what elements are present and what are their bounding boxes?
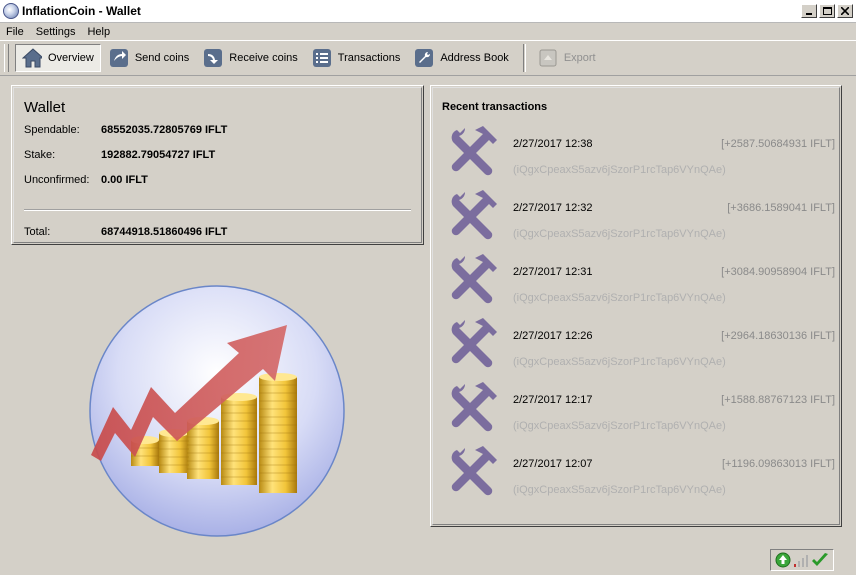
- overview-tab[interactable]: Overview: [15, 44, 101, 72]
- send-coins-label: Send coins: [134, 52, 190, 64]
- close-icon: [841, 7, 849, 15]
- checkmark-icon[interactable]: [811, 552, 829, 568]
- transaction-date: 2/27/2017 12:32: [513, 202, 593, 214]
- home-icon: [22, 48, 42, 68]
- receive-coins-tab[interactable]: Receive coins: [197, 44, 303, 72]
- transaction-date: 2/27/2017 12:26: [513, 330, 593, 342]
- list-icon: [312, 48, 332, 68]
- receive-arrow-icon: [203, 48, 223, 68]
- maximize-button[interactable]: [819, 4, 835, 18]
- export-label: Export: [563, 52, 596, 64]
- signal-bars-icon[interactable]: [793, 552, 809, 568]
- transaction-amount: [+3686.1589041 IFLT]: [727, 202, 835, 214]
- transaction-amount: [+2587.50684931 IFLT]: [721, 138, 835, 150]
- close-button[interactable]: [837, 4, 853, 18]
- send-coins-tab[interactable]: Send coins: [103, 44, 195, 72]
- sync-status-icon[interactable]: [775, 552, 791, 568]
- transaction-address: (iQgxCpeaxS5azv6jSzorP1rcTap6VYnQAe): [513, 420, 726, 432]
- spendable-label: Spendable:: [24, 124, 80, 136]
- transaction-row[interactable]: 2/27/2017 12:26 [+2964.18630136 IFLT] (i…: [443, 316, 835, 378]
- tools-icon: [451, 126, 497, 176]
- maximize-icon: [822, 7, 832, 15]
- transaction-row[interactable]: 2/27/2017 12:38 [+2587.50684931 IFLT] (i…: [443, 124, 835, 186]
- export-button[interactable]: Export: [532, 44, 602, 72]
- send-arrow-icon: [109, 48, 129, 68]
- recent-transactions-panel: Recent transactions 2/27/2017 12:38 [+25…: [430, 85, 842, 527]
- transaction-row[interactable]: 2/27/2017 12:31 [+3084.90958904 IFLT] (i…: [443, 252, 835, 314]
- menu-bar: File Settings Help: [0, 23, 856, 40]
- tools-icon: [451, 382, 497, 432]
- transaction-date: 2/27/2017 12:31: [513, 266, 593, 278]
- window-controls: [801, 4, 853, 18]
- tools-icon: [451, 190, 497, 240]
- inflation-growth-logo: [89, 285, 345, 537]
- transactions-tab[interactable]: Transactions: [306, 44, 407, 72]
- transaction-row[interactable]: 2/27/2017 12:17 [+1588.88767123 IFLT] (i…: [443, 380, 835, 442]
- spendable-row: Spendable: 68552035.72805769 IFLT: [24, 124, 227, 136]
- recent-transactions-title: Recent transactions: [442, 101, 548, 113]
- spendable-value: 68552035.72805769 IFLT: [101, 124, 228, 136]
- transaction-address: (iQgxCpeaxS5azv6jSzorP1rcTap6VYnQAe): [513, 356, 726, 368]
- wrench-icon: [414, 48, 434, 68]
- stake-value: 192882.79054727 IFLT: [101, 149, 216, 161]
- title-bar: InflationCoin - Wallet: [0, 0, 856, 23]
- transaction-date: 2/27/2017 12:17: [513, 394, 593, 406]
- status-bar: [770, 549, 834, 571]
- minimize-button[interactable]: [801, 4, 817, 18]
- transaction-row[interactable]: 2/27/2017 12:07 [+1196.09863013 IFLT] (i…: [443, 444, 835, 506]
- total-value: 68744918.51860496 IFLT: [101, 226, 228, 238]
- transaction-address: (iQgxCpeaxS5azv6jSzorP1rcTap6VYnQAe): [513, 228, 726, 240]
- wallet-panel: Wallet Spendable: 68552035.72805769 IFLT …: [11, 85, 424, 245]
- unconfirmed-row: Unconfirmed: 0.00 IFLT: [24, 174, 148, 186]
- toolbar: Overview Send coins Receive coins Transa…: [0, 40, 856, 76]
- export-icon: [538, 48, 558, 68]
- transaction-address: (iQgxCpeaxS5azv6jSzorP1rcTap6VYnQAe): [513, 164, 726, 176]
- transaction-amount: [+3084.90958904 IFLT]: [721, 266, 835, 278]
- transaction-address: (iQgxCpeaxS5azv6jSzorP1rcTap6VYnQAe): [513, 292, 726, 304]
- transaction-amount: [+2964.18630136 IFLT]: [721, 330, 835, 342]
- tools-icon: [451, 446, 497, 496]
- toolbar-grip[interactable]: [4, 44, 9, 72]
- toolbar-separator: [522, 44, 526, 72]
- stake-label: Stake:: [24, 149, 56, 161]
- unconfirmed-label: Unconfirmed:: [24, 174, 90, 186]
- tools-icon: [451, 318, 497, 368]
- transaction-date: 2/27/2017 12:38: [513, 138, 593, 150]
- transactions-label: Transactions: [337, 52, 401, 64]
- app-logo-icon: [3, 3, 19, 19]
- total-row: Total: 68744918.51860496 IFLT: [24, 226, 227, 238]
- wallet-divider: [24, 209, 411, 211]
- minimize-icon: [806, 13, 812, 15]
- menu-file[interactable]: File: [0, 26, 30, 38]
- overview-label: Overview: [48, 52, 94, 64]
- receive-coins-label: Receive coins: [229, 52, 298, 64]
- stake-row: Stake: 192882.79054727 IFLT: [24, 149, 215, 161]
- tools-icon: [451, 254, 497, 304]
- transaction-amount: [+1196.09863013 IFLT]: [721, 458, 835, 470]
- transaction-amount: [+1588.88767123 IFLT]: [721, 394, 835, 406]
- address-book-tab[interactable]: Address Book: [408, 44, 514, 72]
- transaction-date: 2/27/2017 12:07: [513, 458, 593, 470]
- unconfirmed-value: 0.00 IFLT: [101, 174, 148, 186]
- wallet-title: Wallet: [24, 99, 66, 116]
- transaction-row[interactable]: 2/27/2017 12:32 [+3686.1589041 IFLT] (iQ…: [443, 188, 835, 250]
- transaction-address: (iQgxCpeaxS5azv6jSzorP1rcTap6VYnQAe): [513, 484, 726, 496]
- total-label: Total:: [24, 226, 51, 238]
- menu-help[interactable]: Help: [81, 26, 116, 38]
- menu-settings[interactable]: Settings: [30, 26, 82, 38]
- address-book-label: Address Book: [440, 52, 509, 64]
- window-title: InflationCoin - Wallet: [22, 4, 141, 18]
